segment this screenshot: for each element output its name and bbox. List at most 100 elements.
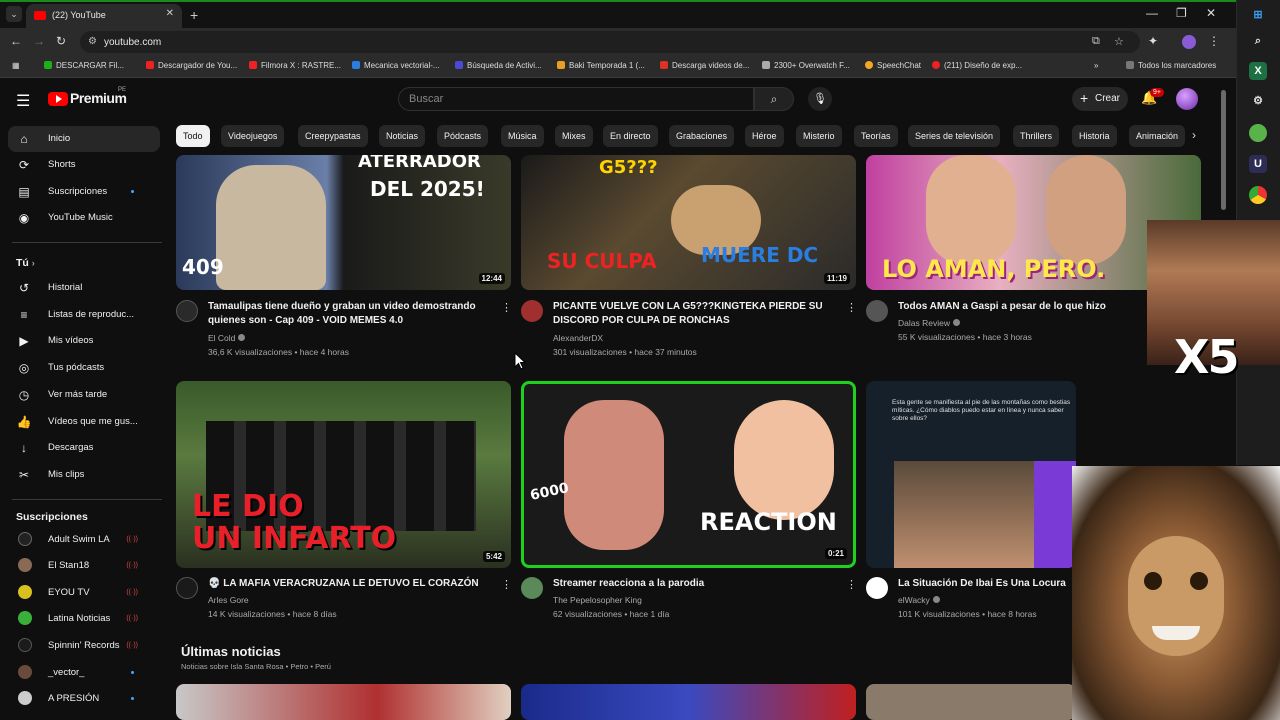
bookmark-item[interactable]: Mecanica vectorial-...: [352, 61, 440, 70]
windows-icon[interactable]: ⊞: [1249, 6, 1267, 24]
channel-avatar[interactable]: [866, 577, 888, 599]
channel-avatar[interactable]: [176, 577, 198, 599]
chip-musica[interactable]: Música: [501, 125, 544, 147]
more-options-icon[interactable]: ⋮: [846, 301, 857, 314]
apps-grid-icon[interactable]: ▦: [12, 61, 20, 70]
channel-name[interactable]: elWacky: [898, 595, 940, 605]
channel-avatar[interactable]: [521, 300, 543, 322]
chip-misterio[interactable]: Misterio: [796, 125, 842, 147]
more-options-icon[interactable]: ⋮: [501, 301, 512, 314]
video-thumbnail-hovered[interactable]: REACTION 6000 0:21: [521, 381, 856, 568]
bookmark-item[interactable]: Baki Temporada 1 (...: [557, 61, 645, 70]
sidebar-item-suscripciones[interactable]: ▤ Suscripciones: [8, 179, 160, 205]
close-tab-icon[interactable]: ✕: [166, 8, 174, 19]
bookmark-item[interactable]: (211) Diseño de exp...: [932, 61, 1022, 70]
bookmark-item[interactable]: Filmora X : RASTRE...: [249, 61, 341, 70]
menu-hamburger-icon[interactable]: ☰: [16, 91, 30, 111]
browser-tab[interactable]: (22) YouTube ✕: [26, 4, 182, 28]
tab-search-button[interactable]: ⌄: [6, 6, 22, 22]
close-window-button[interactable]: ✕: [1206, 6, 1216, 20]
bookmark-item[interactable]: Descarga videos de...: [660, 61, 749, 70]
site-info-icon[interactable]: ⚙: [88, 36, 97, 47]
chip-thrillers[interactable]: Thrillers: [1013, 125, 1060, 147]
app-u-icon[interactable]: U: [1249, 155, 1267, 173]
sidebar-item-podcasts[interactable]: ◎ Tus pódcasts: [8, 355, 160, 381]
sidebar-item-mis-videos[interactable]: ▶ Mis vídeos: [8, 328, 160, 354]
sidebar-item-mis-clips[interactable]: ✂ Mis clips: [8, 462, 160, 488]
channel-name[interactable]: El Cold: [208, 333, 246, 343]
sidebar-item-listas[interactable]: ≡ Listas de reproduc...: [8, 302, 160, 328]
sidebar-item-historial[interactable]: ↺ Historial: [8, 275, 160, 301]
video-thumbnail[interactable]: G5??? SU CULPA MUERE DC 11:19: [521, 155, 856, 290]
chip-animacion[interactable]: Animación: [1129, 125, 1186, 147]
search-input[interactable]: [409, 93, 729, 105]
news-thumbnail[interactable]: [176, 684, 511, 720]
profile-icon[interactable]: [1182, 35, 1196, 49]
chip-todo[interactable]: Todo: [176, 125, 210, 147]
chevron-right-icon[interactable]: ›: [1192, 128, 1196, 142]
more-bookmarks-icon[interactable]: »: [1094, 61, 1098, 70]
subscription-item[interactable]: El Stan18 ((·)): [8, 553, 160, 579]
chip-historia[interactable]: Historia: [1072, 125, 1117, 147]
chip-series-tv[interactable]: Series de televisión: [908, 125, 1001, 147]
subscription-item[interactable]: A PRESIÓN: [8, 686, 160, 712]
channel-name[interactable]: AlexanderDX: [553, 333, 603, 343]
channel-name[interactable]: Dalas Review: [898, 318, 960, 328]
chip-mixes[interactable]: Mixes: [555, 125, 593, 147]
search-icon[interactable]: ⌕: [1249, 32, 1267, 50]
subscription-item[interactable]: Adult Swim LA ((·)): [8, 527, 160, 553]
minimize-button[interactable]: —: [1146, 6, 1158, 20]
video-thumbnail[interactable]: LE DIO UN INFARTO 5:42: [176, 381, 511, 568]
subscription-item[interactable]: Spinnin' Records ((·)): [8, 633, 160, 659]
video-thumbnail[interactable]: Esta gente se manifiesta al pie de las m…: [866, 381, 1076, 568]
sidebar-item-youtube-music[interactable]: ◉ YouTube Music: [8, 205, 160, 231]
channel-name[interactable]: Arles Gore: [208, 595, 249, 605]
news-thumbnail[interactable]: [521, 684, 856, 720]
subscription-item[interactable]: _vector_: [8, 660, 160, 686]
channel-avatar[interactable]: [176, 300, 198, 322]
bookmark-item[interactable]: 2300+ Overwatch F...: [762, 61, 850, 70]
subscription-item[interactable]: Latina Noticias ((·)): [8, 606, 160, 632]
sidebar-item-descargas[interactable]: ↓ Descargas: [8, 435, 160, 461]
subscription-item[interactable]: EYOU TV ((·)): [8, 580, 160, 606]
chip-en-directo[interactable]: En directo: [603, 125, 658, 147]
chip-noticias[interactable]: Noticias: [379, 125, 426, 147]
channel-avatar[interactable]: [521, 577, 543, 599]
video-title[interactable]: Tamaulipas tiene dueño y graban un video…: [208, 300, 498, 328]
install-icon[interactable]: ⧉: [1092, 35, 1100, 48]
bookmark-item[interactable]: DESCARGAR Fil...: [44, 61, 124, 70]
reload-icon[interactable]: ↻: [56, 34, 66, 48]
chip-videojuegos[interactable]: Videojuegos: [221, 125, 285, 147]
video-title[interactable]: PICANTE VUELVE CON LA G5???KINGTEKA PIER…: [553, 300, 843, 328]
channel-avatar[interactable]: [866, 300, 888, 322]
excel-icon[interactable]: X: [1249, 62, 1267, 80]
forward-icon[interactable]: →: [33, 34, 45, 48]
chrome-icon[interactable]: [1249, 186, 1267, 204]
settings-gear-icon[interactable]: ⚙: [1249, 92, 1267, 110]
bookmark-item[interactable]: Descargador de You...: [146, 61, 237, 70]
voice-search-button[interactable]: 🎙: [808, 87, 832, 111]
new-tab-button[interactable]: +: [190, 7, 198, 23]
extensions-icon[interactable]: ✦: [1148, 34, 1158, 48]
bookmark-item[interactable]: SpeechChat: [865, 61, 921, 70]
chip-heroe[interactable]: Héroe: [745, 125, 784, 147]
more-options-icon[interactable]: ⋮: [501, 578, 512, 591]
chip-grabaciones[interactable]: Grabaciones: [669, 125, 735, 147]
browser-menu-icon[interactable]: ⋮: [1208, 34, 1220, 48]
video-thumbnail[interactable]: ATERRADOR DEL 2025! 409 12:44: [176, 155, 511, 290]
chip-teorias[interactable]: Teorías: [854, 125, 898, 147]
channel-name[interactable]: The Pepelosopher King: [553, 595, 642, 605]
maximize-button[interactable]: ❐: [1176, 6, 1187, 20]
sidebar-item-ver-mas-tarde[interactable]: ◷ Ver más tarde: [8, 382, 160, 408]
video-title[interactable]: Todos AMAN a Gaspi a pesar de lo que hiz…: [898, 300, 1168, 314]
sidebar-item-inicio[interactable]: ⌂ Inicio: [8, 126, 160, 152]
app-green-icon[interactable]: [1249, 124, 1267, 142]
search-field[interactable]: [398, 87, 754, 111]
chip-creepypastas[interactable]: Creepypastas: [298, 125, 368, 147]
more-options-icon[interactable]: ⋮: [846, 578, 857, 591]
all-bookmarks[interactable]: Todos los marcadores: [1126, 61, 1216, 70]
video-title[interactable]: Streamer reacciona a la parodia: [553, 577, 843, 591]
bookmark-star-icon[interactable]: ☆: [1114, 35, 1124, 48]
sidebar-item-me-gusta[interactable]: 👍 Vídeos que me gus...: [8, 409, 160, 435]
page-scrollbar[interactable]: [1220, 80, 1228, 220]
